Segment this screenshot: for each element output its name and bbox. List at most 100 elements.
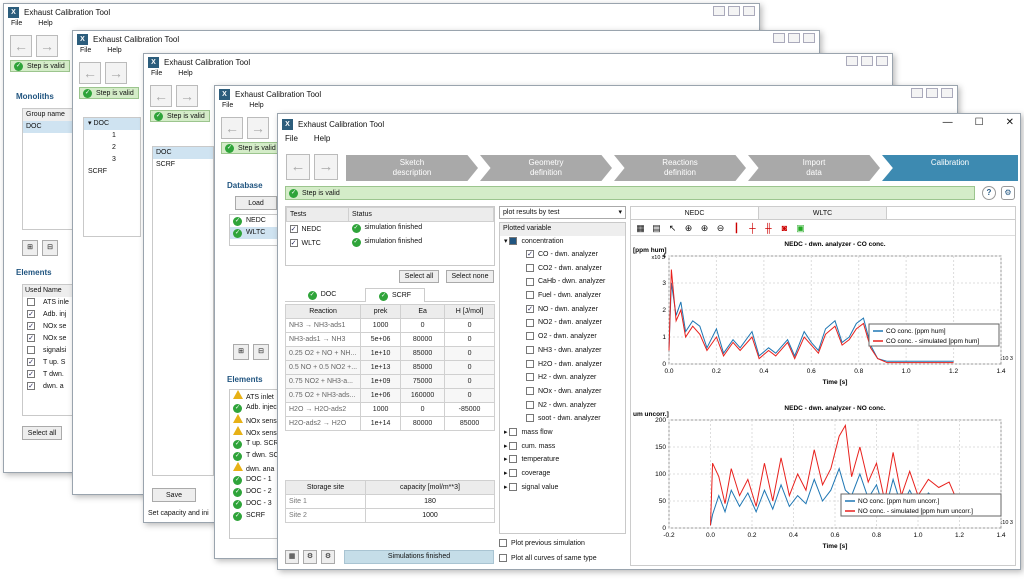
menu-file[interactable]: File: [285, 134, 298, 148]
storage-row[interactable]: Site 2 1000: [285, 508, 495, 523]
tab-doc[interactable]: ✓ DOC: [285, 288, 359, 302]
reaction-cell[interactable]: 5e+06: [360, 332, 402, 347]
forward-arrow-icon[interactable]: →: [36, 35, 58, 57]
element-row[interactable]: ATS inle: [23, 297, 75, 309]
menu-help[interactable]: Help: [38, 20, 52, 32]
export-icon[interactable]: ▦: [285, 550, 299, 564]
checkbox-box[interactable]: [499, 539, 507, 547]
reaction-cell[interactable]: H2O-ads2 → H2O: [284, 416, 362, 431]
group-checkbox[interactable]: [509, 441, 518, 450]
plot-tab-wltc[interactable]: WLTC: [759, 207, 887, 219]
export-data-icon[interactable]: ▤: [650, 222, 663, 235]
reaction-row[interactable]: 0.75 O2 + NH3-ads... 1e+06 160000 0: [284, 388, 495, 403]
reaction-row[interactable]: H2O → H2O-ads2 1000 0 -85000: [284, 402, 495, 417]
used-checkbox[interactable]: ✓: [27, 370, 35, 379]
element-status-row[interactable]: ATS inlet: [230, 390, 280, 402]
zoom-icon[interactable]: ⊕: [682, 222, 695, 235]
reaction-cell[interactable]: 85000: [400, 346, 446, 361]
save-button[interactable]: Save: [152, 488, 196, 502]
tree-item[interactable]: 3: [84, 154, 140, 166]
maximize-button[interactable]: [728, 6, 740, 16]
remove-icon[interactable]: ⊟: [253, 344, 269, 360]
variable-checkbox[interactable]: [526, 414, 534, 423]
reaction-cell[interactable]: 0: [444, 346, 495, 361]
wizard-step[interactable]: Sketch description: [346, 155, 478, 181]
element-status-row[interactable]: dwn. ana: [230, 462, 280, 474]
variable-item[interactable]: H2 - dwn. analyzer: [500, 372, 625, 386]
close-button[interactable]: ✕: [1006, 117, 1014, 128]
test-nedc[interactable]: NEDC: [246, 217, 266, 224]
menu-help[interactable]: Help: [314, 134, 330, 148]
reaction-cell[interactable]: 0.25 O2 + NO + NH...: [284, 346, 362, 361]
variable-checkbox[interactable]: [526, 332, 534, 341]
forward-arrow-icon[interactable]: →: [176, 85, 198, 107]
add-group-icon[interactable]: ⊞: [22, 240, 38, 256]
zoom-out-icon[interactable]: ⊖: [714, 222, 727, 235]
minimize-button[interactable]: [846, 56, 858, 66]
element-status-row[interactable]: ✓ T dwn. SC: [230, 450, 280, 462]
test-wltc[interactable]: WLTC: [246, 229, 265, 236]
variable-group[interactable]: ▸ mass flow: [500, 427, 625, 441]
variable-checkbox[interactable]: ✓: [526, 250, 534, 259]
menu-help[interactable]: Help: [249, 102, 263, 114]
zoom-in-icon[interactable]: ⊕: [698, 222, 711, 235]
reaction-cell[interactable]: 1000: [360, 402, 402, 417]
wizard-step[interactable]: Geometry definition: [480, 155, 612, 181]
element-status-row[interactable]: ✓ T up. SCR: [230, 438, 280, 450]
select-none-button[interactable]: Select none: [446, 270, 494, 283]
checkbox-box[interactable]: [499, 554, 507, 562]
group-row[interactable]: DOC: [23, 121, 75, 133]
element-status-row[interactable]: ✓ DOC - 2: [230, 486, 280, 498]
back-arrow-icon[interactable]: ←: [221, 117, 243, 139]
reaction-row[interactable]: 0.5 NO + 0.5 NO2 +... 1e+13 85000 0: [284, 360, 495, 375]
run-simulation-icon[interactable]: ⚙: [303, 550, 317, 564]
variable-checkbox[interactable]: [526, 291, 534, 300]
reaction-cell[interactable]: 0: [444, 388, 495, 403]
reaction-cell[interactable]: 0: [400, 402, 446, 417]
add-icon[interactable]: ⊞: [233, 344, 249, 360]
group-checkbox[interactable]: [509, 428, 518, 437]
close-button[interactable]: [941, 88, 953, 98]
storage-row[interactable]: Site 1 180: [285, 494, 495, 509]
group-checkbox[interactable]: [509, 482, 518, 491]
group-row[interactable]: SCRF: [153, 159, 213, 171]
reaction-cell[interactable]: 1e+13: [360, 360, 402, 375]
back-arrow-icon[interactable]: ←: [286, 154, 310, 180]
variable-group[interactable]: ▸ coverage: [500, 468, 625, 482]
variable-item[interactable]: N2 - dwn. analyzer: [500, 400, 625, 414]
plot-tab-nedc[interactable]: NEDC: [631, 207, 759, 219]
element-status-row[interactable]: ✓ DOC - 3: [230, 498, 280, 510]
wizard-step[interactable]: Import data: [748, 155, 880, 181]
used-checkbox[interactable]: ✓: [27, 358, 35, 367]
maximize-button[interactable]: [926, 88, 938, 98]
used-checkbox[interactable]: [27, 346, 35, 355]
used-checkbox[interactable]: ✓: [27, 382, 35, 391]
wizard-step[interactable]: Reactions definition: [614, 155, 746, 181]
tree-item[interactable]: ▾ DOC: [84, 118, 140, 130]
reaction-cell[interactable]: 160000: [400, 388, 446, 403]
reaction-cell[interactable]: 80000: [400, 416, 446, 431]
minimize-button[interactable]: [773, 33, 785, 43]
reaction-cell[interactable]: NH3 → NH3-ads1: [284, 318, 362, 333]
concentration-group[interactable]: ▾ concentration: [500, 236, 625, 249]
reaction-cell[interactable]: 0: [444, 332, 495, 347]
forward-arrow-icon[interactable]: →: [105, 62, 127, 84]
back-arrow-icon[interactable]: ←: [10, 35, 32, 57]
used-checkbox[interactable]: ✓: [27, 310, 35, 319]
element-row[interactable]: ✓ Adb. inj: [23, 309, 75, 321]
element-status-row[interactable]: NOx sens: [230, 414, 280, 426]
element-status-row[interactable]: ✓ SCRF: [230, 510, 280, 522]
variable-checkbox[interactable]: [526, 359, 534, 368]
test-row[interactable]: ✓ NEDC ✓ simulation finished: [287, 222, 494, 236]
wizard-step[interactable]: Calibration: [882, 155, 1018, 181]
test-checkbox[interactable]: ✓: [289, 238, 298, 247]
reaction-cell[interactable]: 0: [444, 360, 495, 375]
plot-all-curves-checkbox[interactable]: Plot all curves of same type: [499, 554, 597, 562]
capacity-cell[interactable]: 180: [365, 494, 495, 509]
menu-file[interactable]: File: [11, 20, 22, 32]
cursor-icon[interactable]: ┼: [746, 222, 759, 235]
forward-arrow-icon[interactable]: →: [314, 154, 338, 180]
variable-item[interactable]: H2O - dwn. analyzer: [500, 359, 625, 373]
reaction-cell[interactable]: 1e+06: [360, 388, 402, 403]
back-arrow-icon[interactable]: ←: [79, 62, 101, 84]
